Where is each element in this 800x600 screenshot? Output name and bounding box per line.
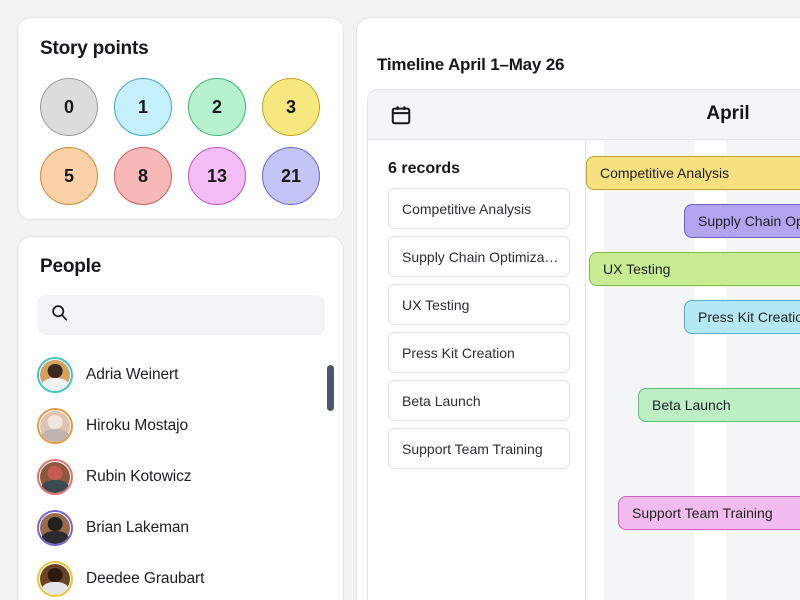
people-search-input[interactable] [78, 307, 298, 323]
gantt-bar[interactable]: UX Testing [589, 252, 800, 286]
story-point-chip[interactable]: 0 [40, 78, 98, 136]
gantt-bar[interactable]: Support Team Training [618, 496, 800, 530]
story-point-chip[interactable]: 3 [262, 78, 320, 136]
person-list-item[interactable]: Deedee Graubart [37, 553, 327, 599]
story-point-chip[interactable]: 2 [188, 78, 246, 136]
person-name: Rubin Kotowicz [86, 467, 192, 485]
gantt-bar[interactable]: Competitive Analysis [586, 156, 800, 190]
record-item[interactable]: Press Kit Creation [388, 332, 570, 373]
people-scrollbar-thumb[interactable] [327, 365, 334, 411]
record-item[interactable]: Competitive Analysis [388, 188, 570, 229]
avatar [37, 458, 73, 495]
story-point-chip[interactable]: 1 [114, 78, 172, 136]
search-icon [51, 304, 68, 326]
app-root: Story points 0 1 2 3 5 8 13 21 People Adria Wei… [0, 0, 800, 600]
person-list-item[interactable]: Adria Weinert [37, 349, 327, 400]
person-list-item[interactable]: Hiroku Mostajo [37, 400, 327, 451]
timeline-card: Timeline April 1–May 26 April 6 records … [356, 17, 800, 600]
timeline-column-stripe [604, 140, 694, 600]
avatar [37, 356, 73, 393]
calendar-icon[interactable] [390, 104, 412, 131]
timeline-body: April 6 records Competitive Analysis Supp… [367, 89, 800, 600]
person-name: Deedee Graubart [86, 569, 205, 587]
story-point-chip[interactable]: 21 [262, 147, 320, 205]
story-point-chip[interactable]: 8 [114, 147, 172, 205]
people-scrollbar[interactable] [327, 355, 334, 599]
gantt-chart-pane[interactable]: Competitive Analysis Supply Chain Optimiz… [586, 140, 800, 600]
timeline-grid: 6 records Competitive Analysis Supply Cha… [368, 140, 800, 600]
story-point-chip[interactable]: 5 [40, 147, 98, 205]
record-item[interactable]: Supply Chain Optimiza… [388, 236, 570, 277]
people-card: People Adria Weinert Hiroku Mostajo Rubin … [17, 236, 344, 600]
person-name: Brian Lakeman [86, 518, 189, 536]
people-list[interactable]: Adria Weinert Hiroku Mostajo Rubin Kotowic… [37, 349, 327, 599]
record-list[interactable]: Competitive Analysis Supply Chain Optimiz… [388, 188, 570, 476]
record-item[interactable]: Beta Launch [388, 380, 570, 421]
story-points-chip-grid: 0 1 2 3 5 8 13 21 [40, 78, 320, 205]
record-item[interactable]: UX Testing [388, 284, 570, 325]
person-name: Adria Weinert [86, 365, 179, 383]
people-search-box[interactable] [37, 295, 325, 335]
record-item[interactable]: Support Team Training [388, 428, 570, 469]
person-list-item[interactable]: Brian Lakeman [37, 502, 327, 553]
gantt-bar[interactable]: Beta Launch [638, 388, 800, 422]
avatar [37, 509, 73, 546]
timeline-header: April [368, 90, 800, 140]
avatar [37, 560, 73, 597]
gantt-bar[interactable]: Press Kit Creation [684, 300, 800, 334]
timeline-title: Timeline April 1–May 26 [377, 55, 565, 74]
gantt-bar[interactable]: Supply Chain Optimiza [684, 204, 800, 238]
people-title: People [40, 256, 102, 277]
story-points-card: Story points 0 1 2 3 5 8 13 21 [17, 17, 344, 220]
avatar [37, 407, 73, 444]
person-list-item[interactable]: Rubin Kotowicz [37, 451, 327, 502]
records-pane: 6 records Competitive Analysis Supply Cha… [368, 140, 586, 600]
records-count: 6 records [388, 160, 461, 177]
timeline-month-label: April [706, 103, 750, 124]
story-point-chip[interactable]: 13 [188, 147, 246, 205]
person-name: Hiroku Mostajo [86, 416, 188, 434]
story-points-title: Story points [40, 38, 149, 59]
